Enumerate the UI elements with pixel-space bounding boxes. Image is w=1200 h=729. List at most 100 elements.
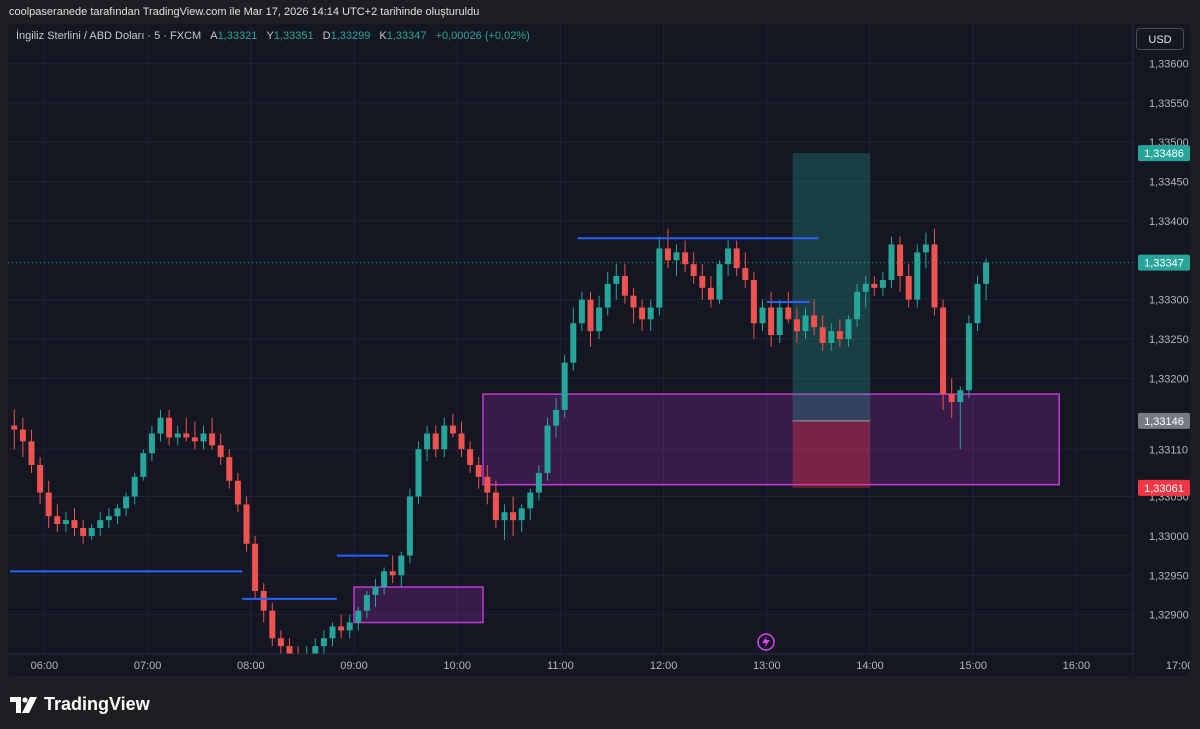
candle-body[interactable] xyxy=(768,307,775,336)
candle-body[interactable] xyxy=(673,252,680,261)
candle-body[interactable] xyxy=(957,390,964,402)
candle-body[interactable] xyxy=(725,248,732,265)
candle-body[interactable] xyxy=(260,591,267,611)
candle-body[interactable] xyxy=(596,307,603,332)
candle-body[interactable] xyxy=(561,362,568,410)
candle-body[interactable] xyxy=(492,492,499,521)
candle-body[interactable] xyxy=(922,244,929,253)
candle-body[interactable] xyxy=(871,283,878,288)
candle-body[interactable] xyxy=(432,433,439,450)
candle-body[interactable] xyxy=(19,429,26,442)
candle-body[interactable] xyxy=(389,571,396,576)
candle-body[interactable] xyxy=(587,299,594,332)
candle-body[interactable] xyxy=(948,394,955,402)
candle-body[interactable] xyxy=(630,295,637,308)
candle-body[interactable] xyxy=(604,283,611,308)
candle-body[interactable] xyxy=(888,244,895,280)
candle-body[interactable] xyxy=(905,276,912,300)
candle-body[interactable] xyxy=(613,276,620,284)
candle-body[interactable] xyxy=(510,512,517,521)
candle-body[interactable] xyxy=(252,543,259,591)
symbol-name[interactable]: İngiliz Sterlini / ABD Doları · 5 · FXCM xyxy=(16,30,201,42)
position-stop-zone[interactable] xyxy=(792,420,870,488)
candle-body[interactable] xyxy=(811,315,818,328)
candle-body[interactable] xyxy=(974,283,981,324)
candle-body[interactable] xyxy=(836,331,843,339)
candle-body[interactable] xyxy=(742,268,749,280)
candle-body[interactable] xyxy=(931,244,938,308)
candle-body[interactable] xyxy=(854,291,861,320)
candle-body[interactable] xyxy=(699,276,706,288)
candle-body[interactable] xyxy=(28,441,35,465)
candle-body[interactable] xyxy=(664,248,671,261)
candle-body[interactable] xyxy=(105,516,112,521)
candle-body[interactable] xyxy=(234,480,241,505)
candle-body[interactable] xyxy=(914,252,921,300)
candle-body[interactable] xyxy=(965,323,972,391)
candle-body[interactable] xyxy=(71,520,78,528)
candle-body[interactable] xyxy=(983,262,990,284)
candle-body[interactable] xyxy=(828,331,835,343)
candle-body[interactable] xyxy=(862,283,869,292)
candle-body[interactable] xyxy=(286,646,293,654)
candle-body[interactable] xyxy=(312,646,319,654)
candle-body[interactable] xyxy=(535,472,542,493)
candle-body[interactable] xyxy=(157,417,164,434)
candle-body[interactable] xyxy=(682,252,689,265)
candle-body[interactable] xyxy=(320,638,327,647)
candle-body[interactable] xyxy=(114,508,121,517)
candle-body[interactable] xyxy=(879,279,886,288)
candle-body[interactable] xyxy=(467,449,474,465)
candle-body[interactable] xyxy=(621,276,628,296)
candle-body[interactable] xyxy=(759,307,766,324)
candle-body[interactable] xyxy=(716,264,723,300)
candle-body[interactable] xyxy=(37,465,44,493)
candle-body[interactable] xyxy=(845,319,852,339)
candle-body[interactable] xyxy=(54,516,61,525)
candle-body[interactable] xyxy=(209,433,216,446)
candle-body[interactable] xyxy=(819,327,826,343)
candle-body[interactable] xyxy=(441,425,448,450)
candle-body[interactable] xyxy=(639,307,646,320)
candle-body[interactable] xyxy=(363,594,370,611)
candle-body[interactable] xyxy=(45,492,52,517)
candle-body[interactable] xyxy=(381,571,388,588)
candle-body[interactable] xyxy=(647,307,654,320)
candle-body[interactable] xyxy=(243,504,250,544)
candle-body[interactable] xyxy=(346,622,353,631)
candle-body[interactable] xyxy=(793,319,800,332)
candle-body[interactable] xyxy=(338,626,345,631)
candle-body[interactable] xyxy=(458,433,465,450)
price-chart[interactable]: 1,336001,335501,335001,334501,334001,333… xyxy=(8,24,1190,676)
candle-body[interactable] xyxy=(62,520,69,525)
candle-body[interactable] xyxy=(776,307,783,336)
candle-body[interactable] xyxy=(940,307,947,395)
tradingview-logo[interactable]: TradingView xyxy=(10,694,150,715)
candle-body[interactable] xyxy=(518,508,525,521)
candle-body[interactable] xyxy=(415,449,422,497)
candle-body[interactable] xyxy=(372,587,379,595)
candle-body[interactable] xyxy=(707,287,714,300)
candle-body[interactable] xyxy=(424,433,431,450)
chart-pane[interactable]: 1,33600 1,33550 1,33500 1,33450 1,33400 1,333… xyxy=(8,24,1190,676)
candle-body[interactable] xyxy=(897,244,904,277)
candle-body[interactable] xyxy=(174,433,181,438)
candle-body[interactable] xyxy=(733,248,740,269)
candle-body[interactable] xyxy=(750,279,757,324)
candle-body[interactable] xyxy=(123,496,130,509)
candle-body[interactable] xyxy=(269,610,276,639)
candle-body[interactable] xyxy=(355,610,362,623)
candle-body[interactable] xyxy=(656,248,663,308)
candle-body[interactable] xyxy=(329,626,336,639)
candle-body[interactable] xyxy=(484,476,491,493)
candle-body[interactable] xyxy=(544,425,551,473)
candle-body[interactable] xyxy=(88,528,95,536)
candle-body[interactable] xyxy=(80,528,87,536)
order-block-zone[interactable] xyxy=(482,393,1060,486)
position-target-zone[interactable] xyxy=(792,153,870,421)
candle-body[interactable] xyxy=(501,512,508,521)
candle-body[interactable] xyxy=(200,433,207,442)
candle-body[interactable] xyxy=(217,445,224,458)
candle-body[interactable] xyxy=(785,307,792,320)
candle-body[interactable] xyxy=(398,555,405,576)
